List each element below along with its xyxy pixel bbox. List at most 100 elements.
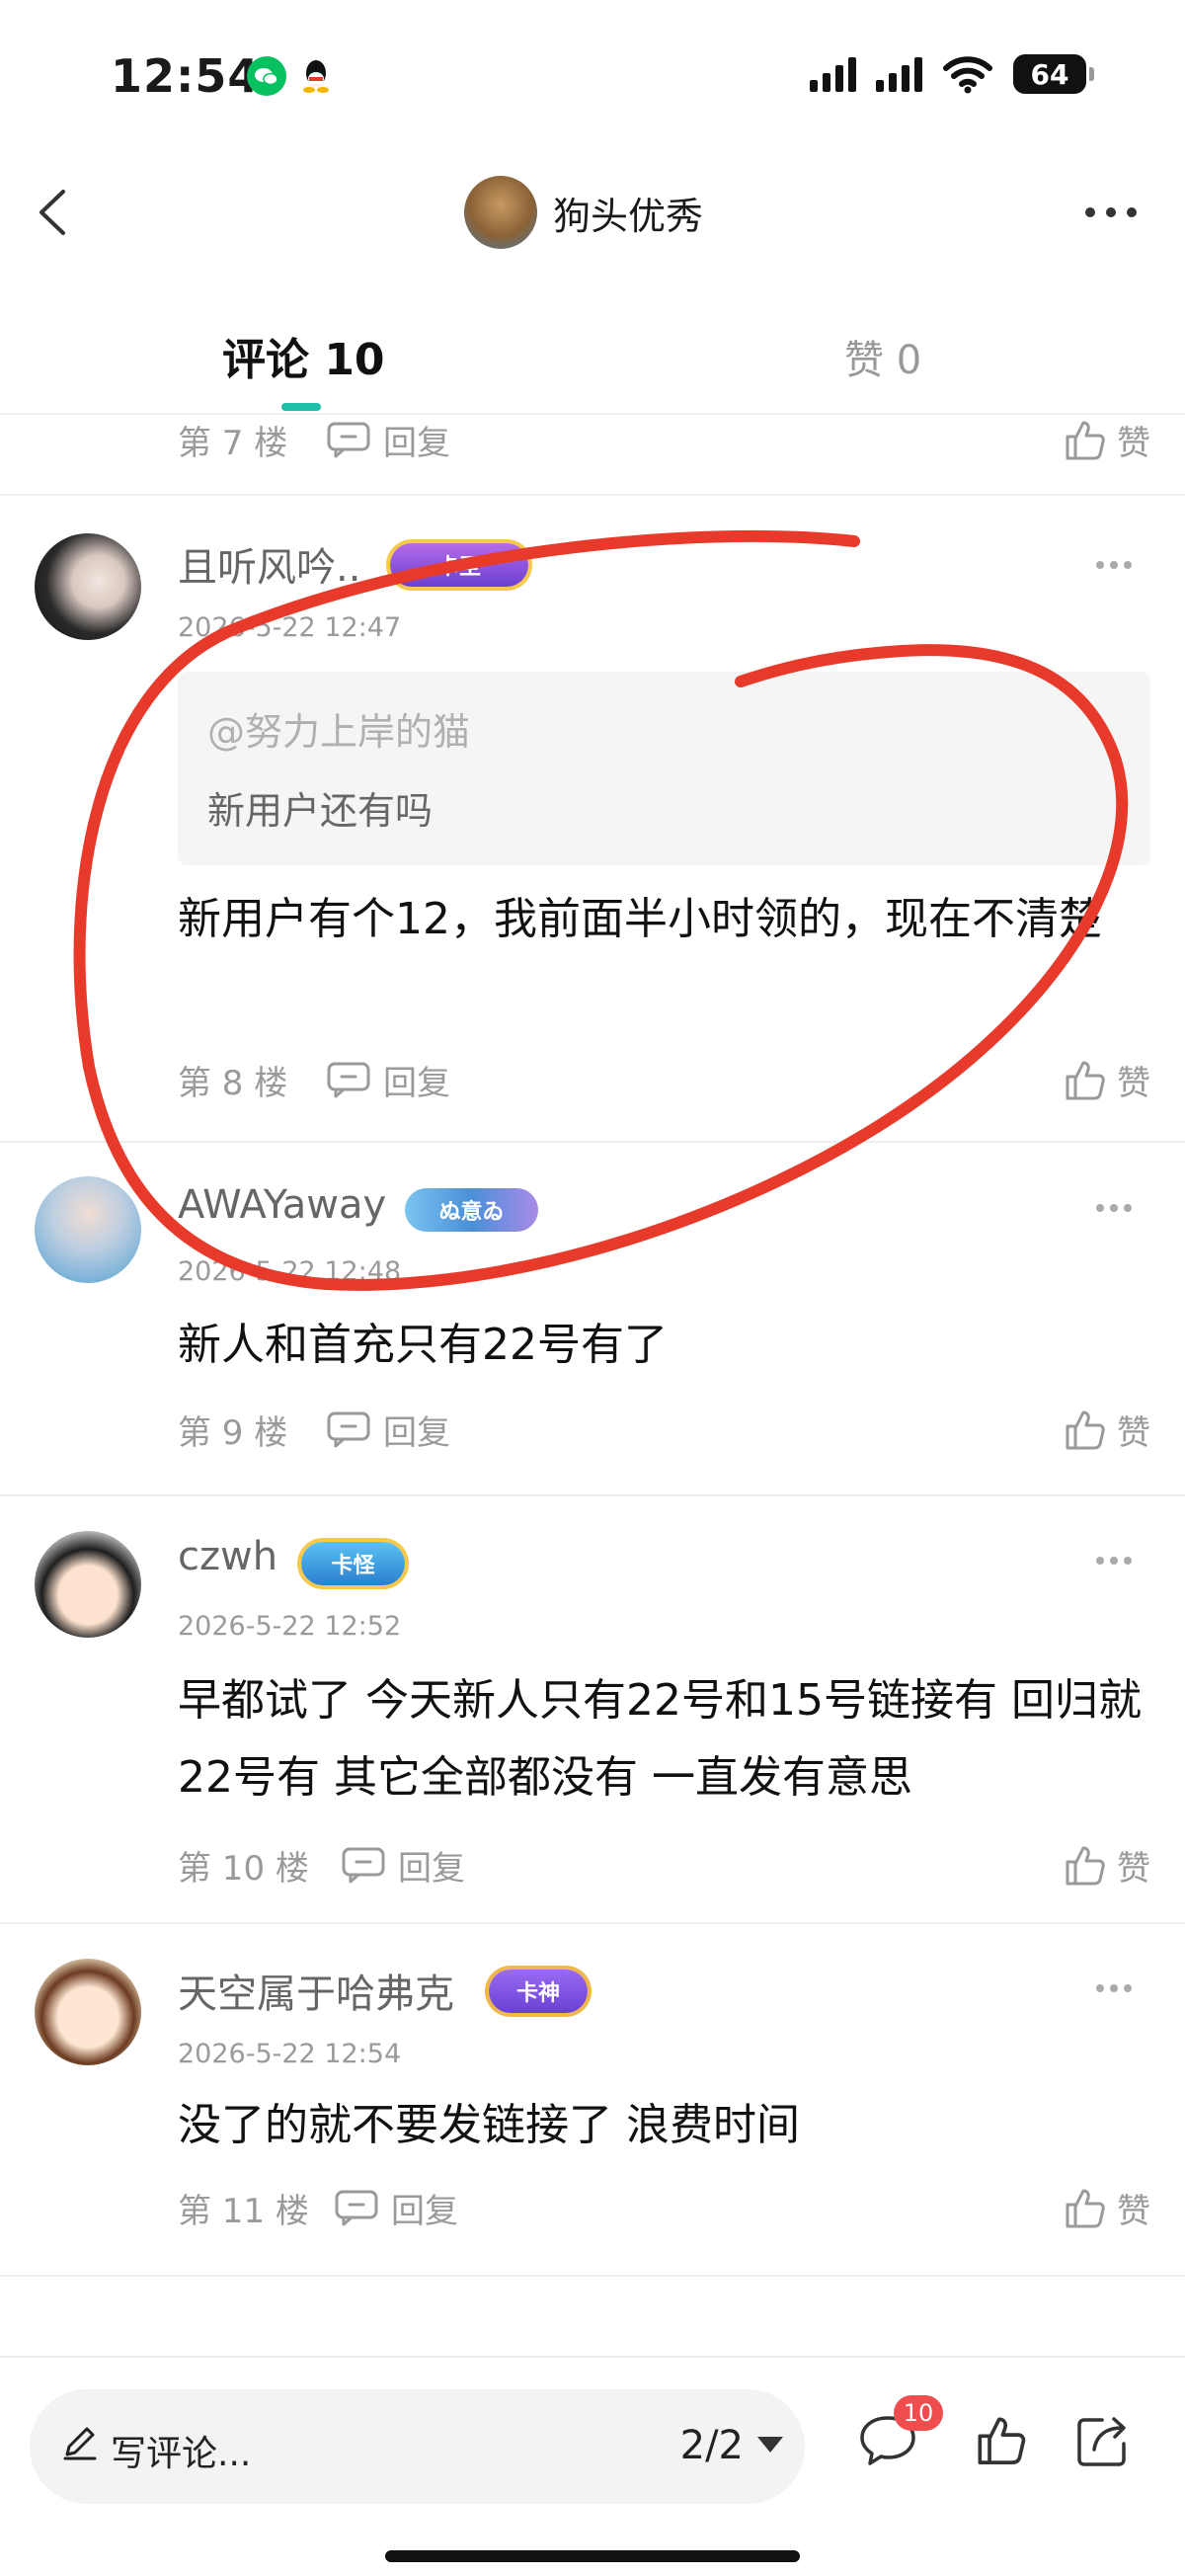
battery-icon: 64 [1013, 54, 1094, 94]
thumbs-up-icon [1066, 1846, 1105, 1886]
comment-item-partial: 第 7 楼 回复 赞 [0, 415, 1185, 496]
quoted-user: @努力上岸的猫 [207, 710, 471, 754]
write-comment-placeholder: 写评论... [111, 2434, 252, 2474]
like-post-button[interactable] [973, 2412, 1028, 2467]
status-time: 12:54 [111, 49, 261, 103]
reply-bubble-icon [327, 422, 370, 458]
reply-label: 回复 [391, 2191, 458, 2231]
like-button[interactable]: 赞 [1062, 1406, 1150, 1454]
reply-button[interactable]: 回复 [326, 1406, 450, 1454]
reply-label: 回复 [383, 423, 450, 463]
page-selector[interactable]: 2/2 [680, 2423, 744, 2468]
level-badge: 卡神 [489, 1970, 588, 2013]
tab-active-indicator [281, 403, 321, 411]
comment-item: 且听风吟.. 卡圣 2026-5-22 12:47 @努力上岸的猫 新用户还有吗… [0, 496, 1185, 1143]
wifi-icon [942, 54, 993, 94]
like-label: 赞 [1117, 1063, 1150, 1103]
home-indicator [385, 2550, 800, 2562]
more-dots-icon [1096, 561, 1132, 569]
level-badge: ぬ意ゐ [405, 1188, 538, 1232]
floor-number: 第 8 楼 [178, 1063, 288, 1103]
more-dots-icon [1096, 1984, 1132, 1992]
more-dots-icon [1085, 207, 1137, 217]
nav-author[interactable]: 狗头优秀 [464, 176, 703, 249]
comment-text: 早都试了 今天新人只有22号和15号链接有 回归就22号有 其它全部都没有 一直… [178, 1675, 1142, 1803]
more-dots-icon [1096, 1204, 1132, 1212]
reply-label: 回复 [383, 1412, 450, 1453]
reply-bubble-icon [327, 1411, 370, 1448]
like-label: 赞 [1117, 2191, 1150, 2231]
tab-bar: 评论 10 赞 0 [0, 306, 1185, 415]
comment-more-button[interactable] [1092, 555, 1136, 575]
floor-number: 第 7 楼 [178, 423, 288, 463]
comment-count-badge: 10 [894, 2395, 943, 2431]
thumbs-up-icon [1066, 1410, 1105, 1450]
comment-text: 新用户有个12，我前面半小时领的，现在不清楚 [178, 894, 1102, 944]
status-bar: 12:54 64 [0, 0, 1185, 148]
floor-number: 第 11 楼 [178, 2191, 309, 2231]
commenter-name[interactable]: AWAYaway [178, 1182, 386, 1228]
signal-icon [810, 56, 856, 92]
commenter-avatar[interactable] [35, 1959, 141, 2065]
commenter-name[interactable]: 天空属于哈弗克 [178, 1962, 454, 2019]
thumbs-up-icon [1066, 421, 1105, 460]
quoted-text: 新用户还有吗 [207, 789, 434, 833]
level-badge: 卡怪 [301, 1542, 405, 1585]
bottom-bar: 写评论... 2/2 10 [0, 2356, 1185, 2576]
like-label: 赞 [1117, 423, 1150, 463]
comment-text: 新人和首充只有22号有了 [178, 1320, 668, 1370]
comment-timestamp: 2026-5-22 12:52 [178, 1611, 402, 1642]
comment-more-button[interactable] [1092, 1978, 1136, 1998]
commenter-avatar[interactable] [35, 1176, 141, 1283]
like-button[interactable]: 赞 [1062, 2184, 1150, 2232]
floor-number: 第 9 楼 [178, 1412, 288, 1453]
comment-item: czwh 卡怪 2026-5-22 12:52 早都试了 今天新人只有22号和1… [0, 1496, 1185, 1924]
reply-label: 回复 [383, 1063, 450, 1103]
quoted-comment[interactable]: @努力上岸的猫 新用户还有吗 [178, 672, 1150, 865]
like-label: 赞 [1117, 1848, 1150, 1889]
back-button[interactable] [22, 178, 91, 247]
share-icon [1077, 2417, 1126, 2466]
comment-more-button[interactable] [1092, 1198, 1136, 1218]
reply-bubble-icon [335, 2190, 378, 2226]
like-button[interactable]: 赞 [1062, 1841, 1150, 1890]
nav-header: 狗头优秀 [0, 158, 1185, 267]
commenter-name[interactable]: 且听风吟.. [178, 535, 360, 593]
floor-number: 第 10 楼 [178, 1848, 309, 1889]
comment-item: 天空属于哈弗克 卡神 2026-5-22 12:54 没了的就不要发链接了 浪费… [0, 1924, 1185, 2277]
write-comment-input[interactable]: 写评论... 2/2 [30, 2389, 805, 2504]
like-button[interactable]: 赞 [1062, 1056, 1150, 1104]
signal-icon [876, 56, 922, 92]
reply-button[interactable]: 回复 [326, 1056, 450, 1104]
thumbs-up-icon [978, 2417, 1026, 2464]
commenter-avatar[interactable] [35, 1531, 141, 1638]
comment-text: 没了的就不要发链接了 浪费时间 [178, 2100, 800, 2150]
qq-icon [301, 57, 331, 95]
level-badge: 卡圣 [390, 543, 528, 587]
like-button[interactable]: 赞 [1062, 416, 1150, 464]
chevron-left-icon [40, 190, 65, 235]
commenter-name[interactable]: czwh [178, 1534, 277, 1579]
comment-item: AWAYaway ぬ意ゐ 2026-5-22 12:48 新人和首充只有22号有… [0, 1143, 1185, 1496]
commenter-avatar[interactable] [35, 533, 141, 640]
reply-button[interactable]: 回复 [341, 1841, 465, 1890]
nav-title: 狗头优秀 [553, 194, 704, 238]
reply-bubble-icon [342, 1847, 385, 1884]
reply-label: 回复 [398, 1848, 465, 1889]
more-options-button[interactable] [1076, 188, 1146, 237]
status-indicators: 64 [810, 51, 1094, 97]
like-label: 赞 [1117, 1412, 1150, 1453]
share-button[interactable] [1074, 2412, 1134, 2469]
comment-more-button[interactable] [1092, 1551, 1136, 1570]
pen-icon [63, 2427, 97, 2460]
more-dots-icon [1096, 1557, 1132, 1565]
tab-comments[interactable]: 评论 10 [222, 324, 385, 387]
comment-timestamp: 2026-5-22 12:47 [178, 612, 402, 643]
comment-timestamp: 2026-5-22 12:48 [178, 1256, 402, 1287]
reply-button[interactable]: 回复 [326, 416, 450, 464]
wechat-icon [247, 56, 286, 96]
reply-button[interactable]: 回复 [334, 2184, 458, 2232]
author-avatar[interactable] [464, 176, 537, 249]
tab-likes[interactable]: 赞 0 [844, 328, 921, 385]
caret-down-icon[interactable] [757, 2437, 783, 2453]
